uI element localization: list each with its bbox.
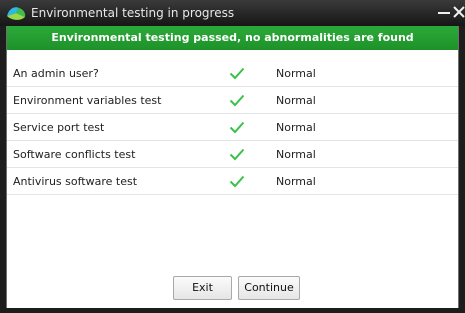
check-status: Normal (276, 94, 316, 107)
check-row-software-conflicts: Software conflicts test Normal (7, 141, 458, 168)
window-title: Environmental testing in progress (31, 6, 235, 20)
check-status: Normal (276, 67, 316, 80)
dialog-window: Environmental testing in progress Enviro… (0, 0, 465, 313)
check-status: Normal (276, 175, 316, 188)
check-row-admin: An admin user? Normal (7, 60, 458, 87)
check-label: Antivirus software test (13, 175, 138, 188)
checkmark-icon (229, 121, 245, 134)
check-row-environment-variables: Environment variables test Normal (7, 87, 458, 114)
checkmark-icon (229, 94, 245, 107)
check-row-service-port: Service port test Normal (7, 114, 458, 141)
checkmark-icon (229, 148, 245, 161)
checkmark-icon (229, 175, 245, 188)
checkmark-icon (229, 67, 245, 80)
result-banner: Environmental testing passed, no abnorma… (7, 26, 458, 50)
check-row-antivirus: Antivirus software test Normal (7, 168, 458, 195)
check-label: Environment variables test (13, 94, 162, 107)
check-label: Service port test (13, 121, 105, 134)
window-bottom-border (0, 308, 465, 313)
continue-button[interactable]: Continue (238, 276, 300, 300)
title-bar[interactable]: Environmental testing in progress (0, 0, 465, 26)
minimize-icon[interactable] (437, 3, 451, 21)
check-label: Software conflicts test (13, 148, 136, 161)
content-panel: Environmental testing passed, no abnorma… (6, 26, 459, 308)
app-logo-icon (7, 7, 26, 20)
check-label: An admin user? (13, 67, 99, 80)
check-status: Normal (276, 121, 316, 134)
exit-button[interactable]: Exit (173, 276, 232, 300)
close-icon[interactable] (452, 3, 465, 21)
check-status: Normal (276, 148, 316, 161)
